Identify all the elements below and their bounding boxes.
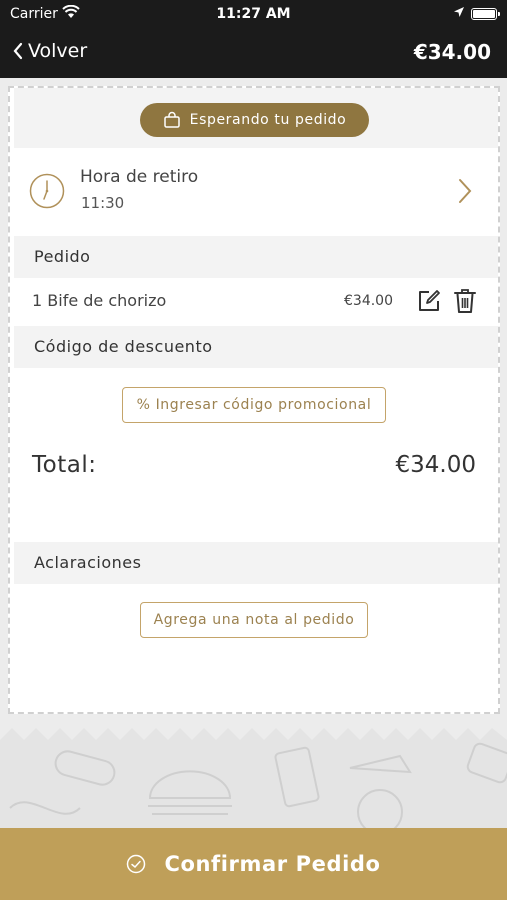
pickup-time: 11:30	[81, 194, 125, 212]
chevron-left-icon	[13, 42, 23, 60]
status-bar: Carrier 11:27 AM	[0, 0, 507, 28]
clock-icon	[29, 173, 65, 209]
section-order-header: Pedido	[14, 236, 498, 278]
pickup-label: Hora de retiro	[80, 167, 199, 187]
section-discount-header: Código de descuento	[14, 326, 498, 368]
chevron-right-icon	[459, 179, 472, 203]
total-value: €34.00	[395, 452, 476, 478]
battery-icon	[471, 8, 500, 20]
total-label: Total:	[32, 452, 97, 478]
edit-icon[interactable]	[416, 288, 442, 314]
confirm-order-button[interactable]: Confirmar Pedido	[0, 828, 507, 900]
clock-time: 11:27 AM	[216, 6, 291, 22]
confirm-order-label: Confirmar Pedido	[164, 852, 381, 876]
food-pattern-background	[0, 728, 507, 828]
pickup-time-row[interactable]: Hora de retiro 11:30	[14, 150, 498, 238]
order-status-badge: Esperando tu pedido	[140, 103, 369, 137]
trash-icon[interactable]	[453, 287, 477, 315]
item-name: 1 Bife de chorizo	[32, 291, 167, 310]
order-item-row: 1 Bife de chorizo €34.00	[14, 280, 498, 322]
back-label: Volver	[28, 40, 88, 62]
promo-code-button[interactable]: % Ingresar código promocional	[122, 387, 386, 423]
navigation-bar: Volver €34.00	[0, 28, 507, 78]
shopping-bag-icon	[163, 111, 180, 128]
order-ticket: Esperando tu pedido Hora de retiro 11:30…	[8, 86, 500, 714]
location-arrow-icon	[453, 6, 465, 22]
back-button[interactable]: Volver	[12, 40, 87, 62]
order-status-label: Esperando tu pedido	[189, 112, 347, 128]
nav-total: €34.00	[413, 40, 491, 64]
section-notes-header: Aclaraciones	[14, 542, 498, 584]
check-circle-icon	[127, 854, 146, 874]
item-price: €34.00	[344, 293, 393, 309]
add-note-button[interactable]: Agrega una nota al pedido	[140, 602, 368, 638]
